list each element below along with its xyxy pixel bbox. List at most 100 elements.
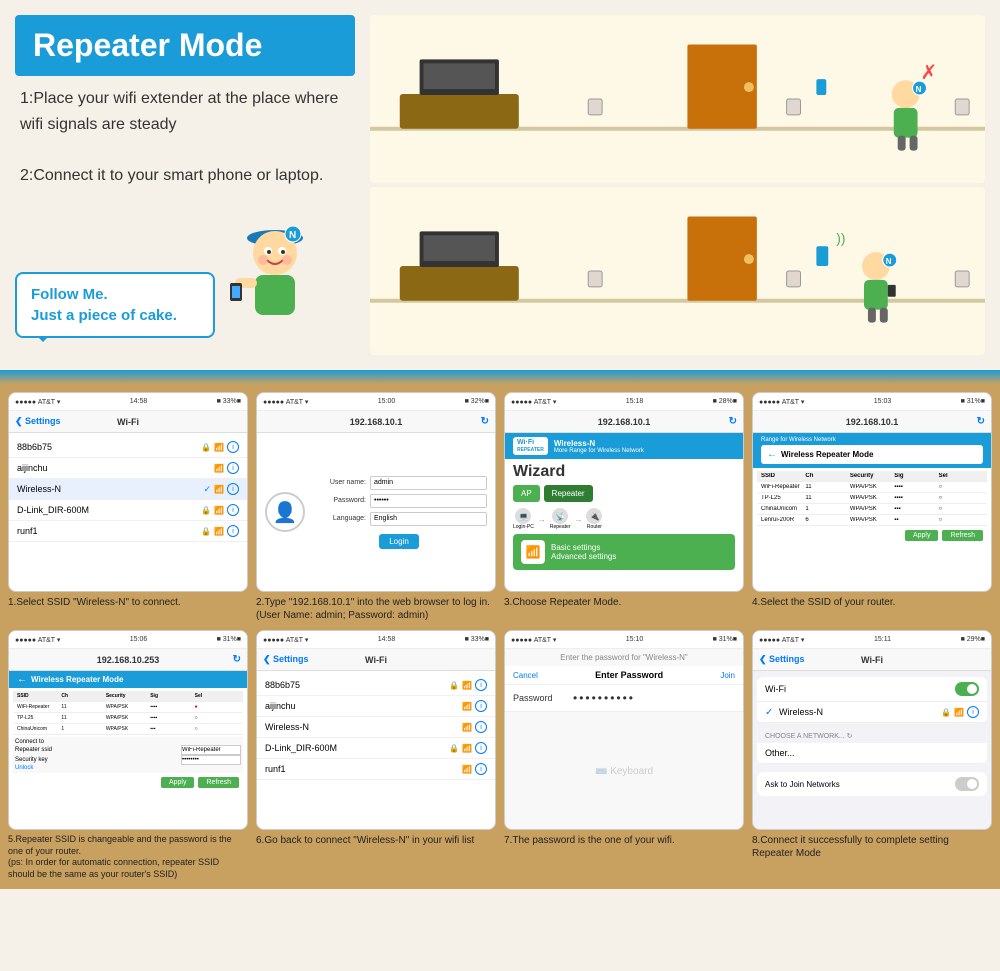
password-prompt: Enter the password for "Wireless-N" bbox=[505, 649, 743, 666]
bubble-line1: Follow Me. bbox=[31, 284, 199, 305]
wizard-body: Wizard AP Repeater 💻 Login-PC → bbox=[505, 459, 743, 574]
back-button-1[interactable]: ❮ Settings bbox=[15, 416, 61, 427]
reload-button-5[interactable]: ↻ bbox=[233, 654, 241, 665]
wifi-logo: Wi·FiREPEATER bbox=[513, 437, 548, 455]
ask-join-toggle[interactable] bbox=[955, 777, 979, 791]
security-key-input[interactable] bbox=[181, 755, 241, 765]
table-row[interactable]: WiFi-Repeater 11 WPA/PSK ▪▪▪▪ ○ bbox=[757, 482, 987, 493]
mode-buttons: AP Repeater bbox=[513, 485, 735, 502]
wizard-header: Wi·FiREPEATER Wireless-N More Range for … bbox=[505, 433, 743, 459]
reload-button[interactable]: ↻ bbox=[481, 416, 489, 427]
wifi-toggle-switch[interactable] bbox=[955, 682, 979, 696]
phone-screen-4: ●●●●● AT&T ▾ 15:03 ■ 31%■ 192.168.10.1 ↻… bbox=[752, 392, 992, 592]
info-icon[interactable]: i bbox=[227, 525, 239, 537]
scene-bottom: N )) bbox=[370, 187, 985, 355]
screen-item-3: ●●●●● AT&T ▾ 15:18 ■ 28%■ 192.168.10.1 ↻… bbox=[504, 392, 744, 622]
info-icon[interactable]: i bbox=[475, 679, 487, 691]
other-network-row[interactable]: Other... bbox=[757, 743, 987, 764]
list-item[interactable]: D-Link_DIR-600M 🔒 📶 i bbox=[9, 500, 247, 521]
apply-button-5[interactable]: Apply bbox=[161, 777, 195, 788]
repeater-header: ← Wireless Repeater Mode bbox=[9, 671, 247, 688]
list-item[interactable]: runf1 🔒 📶 i bbox=[9, 521, 247, 542]
phone-header-8: ❮ Settings Wi-Fi bbox=[753, 649, 991, 671]
language-select[interactable]: English bbox=[370, 512, 487, 526]
screen-item-7: ●●●●● AT&T ▾ 15:10 ■ 31%■ Enter the pass… bbox=[504, 630, 744, 881]
info-icon[interactable]: i bbox=[475, 700, 487, 712]
password-field[interactable]: •••••• bbox=[370, 494, 487, 508]
choose-network-section: CHOOSE A NETWORK... ↻ Other... bbox=[757, 729, 987, 764]
screen-caption-8: 8.Connect it successfully to complete se… bbox=[752, 834, 992, 860]
network-item-connected[interactable]: ✓ Wireless-N 🔒 📶 i bbox=[757, 702, 987, 723]
table-row[interactable]: TP-L25 11 WPA/PSK ▪▪▪▪ ○ bbox=[757, 493, 987, 504]
list-item[interactable]: D-Link_DIR-600M 🔒 📶 i bbox=[257, 738, 495, 759]
reload-button-3[interactable]: ↻ bbox=[729, 416, 737, 427]
reload-button-4[interactable]: ↻ bbox=[977, 416, 985, 427]
phone-screen-5: ●●●●● AT&T ▾ 15:06 ■ 31%■ 192.168.10.253… bbox=[8, 630, 248, 830]
wifi-banner: 📶 Basic settings Advanced settings bbox=[513, 534, 735, 570]
phone-header-6: ❮ Settings Wi-Fi bbox=[257, 649, 495, 671]
info-icon[interactable]: i bbox=[227, 504, 239, 516]
connected-checkmark: ✓ bbox=[765, 707, 779, 718]
table-row[interactable]: ChinaUnicom 1 WPA/PSK ▪▪▪ ○ bbox=[757, 504, 987, 515]
list-item[interactable]: Wireless-N ✓ 📶 i bbox=[9, 479, 247, 500]
title-box: Repeater Mode bbox=[15, 15, 355, 76]
repeater-button[interactable]: Repeater bbox=[544, 485, 593, 502]
back-button-8[interactable]: ❮ Settings bbox=[759, 654, 805, 665]
statusbar-3: ●●●●● AT&T ▾ 15:18 ■ 28%■ bbox=[505, 393, 743, 411]
table-row[interactable]: Lenrui-200R 6 WPA/PSK ▪▪ ○ bbox=[757, 515, 987, 526]
list-item[interactable]: Wireless-N 📶 i bbox=[257, 717, 495, 738]
ap-button[interactable]: AP bbox=[513, 485, 540, 502]
apply-button-4[interactable]: Apply bbox=[905, 530, 939, 541]
info-icon[interactable]: i bbox=[227, 483, 239, 495]
info-icon[interactable]: i bbox=[475, 721, 487, 733]
screen-caption-7: 7.The password is the one of your wifi. bbox=[504, 834, 744, 847]
top-section: Repeater Mode 1:Place your wifi extender… bbox=[0, 0, 1000, 370]
join-button[interactable]: Join bbox=[720, 671, 735, 680]
phone-header-4: 192.168.10.1 ↻ bbox=[753, 411, 991, 433]
table-row[interactable]: TP-L25 11 WPA/PSK ▪▪▪▪ ○ bbox=[13, 713, 243, 724]
statusbar-5: ●●●●● AT&T ▾ 15:06 ■ 31%■ bbox=[9, 631, 247, 649]
info-icon[interactable]: i bbox=[475, 742, 487, 754]
list-item[interactable]: aijinchu 📶 i bbox=[9, 458, 247, 479]
instructions: 1:Place your wifi extender at the place … bbox=[15, 86, 355, 188]
username-field[interactable]: admin bbox=[370, 476, 487, 490]
screen-caption-1: 1.Select SSID "Wireless-N" to connect. bbox=[8, 596, 248, 609]
list-item[interactable]: 88b6b75 🔒 📶 i bbox=[9, 437, 247, 458]
table-row[interactable]: ChinaUnicom 1 WPA/PSK ▪▪▪ ○ bbox=[13, 724, 243, 735]
info-icon[interactable]: i bbox=[227, 441, 239, 453]
list-item[interactable]: aijinchu 📶 i bbox=[257, 696, 495, 717]
refresh-button-4[interactable]: Refresh bbox=[942, 530, 983, 541]
login-pc-step-icon: 💻 bbox=[515, 508, 531, 524]
list-item[interactable]: runf1 📶 i bbox=[257, 759, 495, 780]
checkmark-icon: ✓ bbox=[203, 484, 211, 495]
table-row[interactable]: WiFi-Repeater 11 WPA/PSK ▪▪▪▪ ● bbox=[13, 702, 243, 713]
repeater-ssid-input[interactable] bbox=[181, 745, 241, 755]
repeater-mode-content: ← Wireless Repeater Mode SSID Ch Securit… bbox=[9, 671, 247, 829]
back-button-6[interactable]: ❮ Settings bbox=[263, 654, 309, 665]
refresh-button-5[interactable]: Refresh bbox=[198, 777, 239, 788]
cancel-button[interactable]: Cancel bbox=[513, 671, 538, 680]
screen-item-2: ●●●●● AT&T ▾ 15:00 ■ 32%■ 192.168.10.1 ↻… bbox=[256, 392, 496, 622]
scene-top-svg: N ✗ bbox=[370, 15, 985, 183]
bubble-line2: Just a piece of cake. bbox=[31, 305, 199, 326]
steps-bar: 💻 Login-PC → 📡 Repeater → bbox=[513, 508, 735, 530]
screen-caption-6: 6.Go back to connect "Wireless-N" in you… bbox=[256, 834, 496, 847]
screen-item-5: ●●●●● AT&T ▾ 15:06 ■ 31%■ 192.168.10.253… bbox=[8, 630, 248, 881]
unlock-link[interactable]: Unlock bbox=[15, 765, 241, 771]
screens-row2-section: ●●●●● AT&T ▾ 15:06 ■ 31%■ 192.168.10.253… bbox=[0, 626, 1000, 889]
wave-divider bbox=[0, 370, 1000, 384]
lock-icon: 🔒 bbox=[201, 443, 211, 452]
lock-icon: 🔒 bbox=[449, 681, 459, 690]
svg-text:N: N bbox=[916, 85, 922, 94]
info-icon[interactable]: i bbox=[475, 763, 487, 775]
lock-icon: 🔒 bbox=[941, 708, 951, 717]
info-icon[interactable]: i bbox=[967, 706, 979, 718]
ssid-section: Range for Wireless Network ← Wireless Re… bbox=[753, 433, 991, 468]
screens-row1: ●●●●● AT&T ▾ 14:58 ■ 33%■ ❮ Settings Wi-… bbox=[8, 392, 992, 622]
statusbar-1: ●●●●● AT&T ▾ 14:58 ■ 33%■ bbox=[9, 393, 247, 411]
list-item[interactable]: 88b6b75 🔒 📶 i bbox=[257, 675, 495, 696]
info-icon[interactable]: i bbox=[227, 462, 239, 474]
keyboard-area: ⌨️ Keyboard bbox=[505, 712, 743, 830]
login-button[interactable]: Login bbox=[379, 534, 419, 549]
password-title-bar: Cancel Enter Password Join bbox=[505, 666, 743, 685]
